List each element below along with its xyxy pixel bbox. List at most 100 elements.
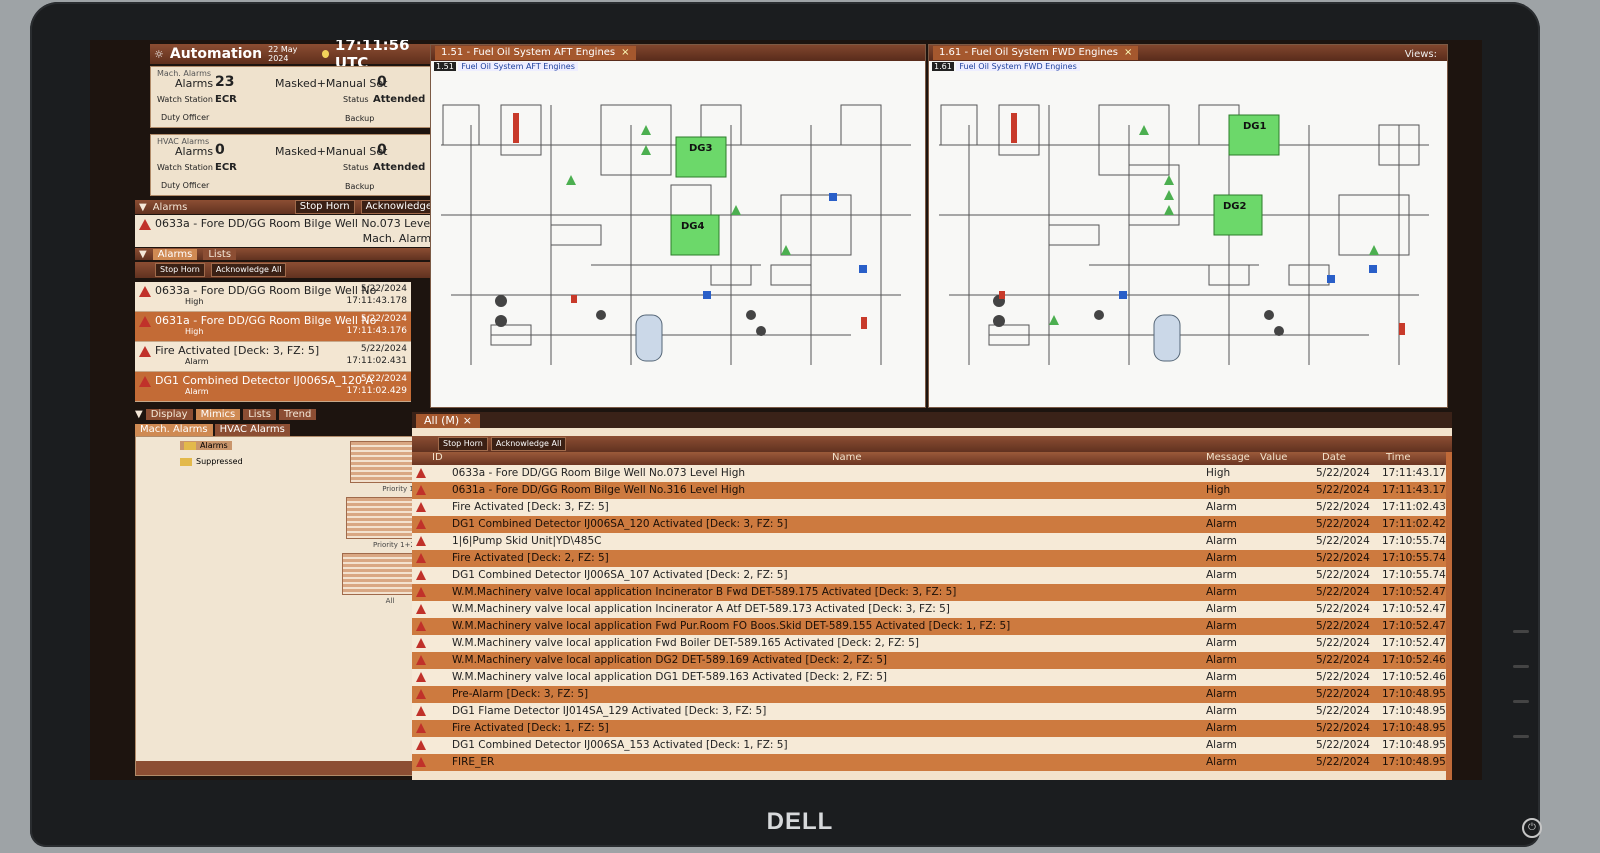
masked-count: 0 xyxy=(377,74,387,90)
cell-date: 5/22/2024 xyxy=(1316,654,1370,666)
scrollbar[interactable] xyxy=(1446,452,1452,780)
scroll-left-icon[interactable]: ◀ xyxy=(136,761,442,775)
tab-trend[interactable]: Trend xyxy=(278,408,317,420)
close-icon[interactable]: × xyxy=(463,414,472,427)
tab-all-m[interactable]: All (M) × xyxy=(416,414,480,428)
table-row[interactable]: Fire Activated [Deck: 2, FZ: 5] Alarm 5/22… xyxy=(412,550,1446,567)
cell-message: High xyxy=(1206,467,1231,479)
mimic-tab-aft[interactable]: 1.51 - Fuel Oil System AFT Engines × xyxy=(435,46,636,60)
cell-message: Alarm xyxy=(1206,552,1237,564)
table-row[interactable]: 0631a - Fore DD/GG Room Bilge Well No.31… xyxy=(412,482,1446,499)
table-row[interactable]: DG1 Combined Detector IJ006SA_107 Activa… xyxy=(412,567,1446,584)
hvac-alarms-summary[interactable]: HVAC Alarms Alarms 0 Masked+Manual Set 0… xyxy=(150,134,438,196)
current-alarm-text: 0633a - Fore DD/GG Room Bilge Well No.07… xyxy=(155,217,463,230)
monitor-button[interactable] xyxy=(1513,665,1529,668)
col-time[interactable]: Time xyxy=(1386,452,1410,463)
cell-date: 5/22/2024 xyxy=(1316,569,1370,581)
cell-time: 17:10:48.954 xyxy=(1382,722,1446,734)
mach-alarms-summary[interactable]: Mach. Alarms Alarms 23 Masked+Manual Set… xyxy=(150,66,438,128)
tab-hvac-alarms[interactable]: HVAC Alarms xyxy=(214,424,290,436)
fuel-oil-diagram-fwd[interactable]: DG1 DG2 xyxy=(929,65,1448,405)
stop-horn-small-button[interactable]: Stop Horn xyxy=(155,263,205,277)
table-row[interactable]: DG1 Flame Detector IJ014SA_129 Activated… xyxy=(412,703,1446,720)
cell-time: 17:10:55.742 xyxy=(1382,569,1446,581)
alarm-triangle-icon xyxy=(139,376,151,387)
collapse-icon[interactable]: ▼ xyxy=(139,202,147,213)
list-item[interactable]: 0631a - Fore DD/GG Room Bilge Well No Hig… xyxy=(135,312,411,342)
acknowledge-button[interactable]: Acknowledge xyxy=(360,200,437,214)
tree-item-suppressed[interactable]: Suppressed xyxy=(180,457,243,466)
col-id[interactable]: ID xyxy=(432,452,443,463)
col-message[interactable]: Message xyxy=(1206,452,1250,463)
alarm-list-toolbar: Stop Horn Acknowledge All xyxy=(135,262,441,278)
watch-label: Watch Station xyxy=(157,95,213,104)
monitor-button[interactable] xyxy=(1513,700,1529,703)
tree-label: Suppressed xyxy=(196,457,243,466)
alarm-triangle-icon xyxy=(416,468,426,478)
collapse-icon[interactable]: ▼ xyxy=(135,409,143,420)
col-date[interactable]: Date xyxy=(1322,452,1346,463)
cell-name: Fire Activated [Deck: 2, FZ: 5] xyxy=(452,552,609,564)
col-name[interactable]: Name xyxy=(832,452,862,463)
backup-label: Backup xyxy=(345,114,375,123)
table-row[interactable]: W.M.Machinery valve local application DG… xyxy=(412,669,1446,686)
tab-mimics[interactable]: Mimics xyxy=(195,408,241,420)
alarm-time: 17:11:02.431 xyxy=(346,356,407,366)
table-row[interactable]: 0633a - Fore DD/GG Room Bilge Well No.07… xyxy=(412,465,1446,482)
table-row[interactable]: W.M.Machinery valve local application In… xyxy=(412,584,1446,601)
current-alarm[interactable]: 0633a - Fore DD/GG Room Bilge Well No.07… xyxy=(135,215,462,247)
table-row[interactable]: W.M.Machinery valve local application DG… xyxy=(412,652,1446,669)
list-item[interactable]: Fire Activated [Deck: 3, FZ: 5] Alarm 5/22… xyxy=(135,342,411,372)
mimic-tab-fwd[interactable]: 1.61 - Fuel Oil System FWD Engines × xyxy=(933,46,1139,60)
table-row[interactable]: W.M.Machinery valve local application In… xyxy=(412,601,1446,618)
fuel-oil-diagram-aft[interactable]: DG3 DG4 xyxy=(431,65,926,405)
collapse-icon[interactable]: ▼ xyxy=(139,249,147,260)
list-item[interactable]: DG1 Combined Detector IJ006SA_120 A Alarm… xyxy=(135,372,411,402)
monitor-button[interactable] xyxy=(1513,630,1529,633)
table-row[interactable]: W.M.Machinery valve local application Fw… xyxy=(412,635,1446,652)
cell-name: W.M.Machinery valve local application DG… xyxy=(452,671,887,683)
acknowledge-all-button[interactable]: Acknowledge All xyxy=(210,263,287,277)
cell-date: 5/22/2024 xyxy=(1316,552,1370,564)
table-row[interactable]: FIRE_ER Alarm 5/22/2024 17:10:48.950 xyxy=(412,754,1446,771)
cell-message: Alarm xyxy=(1206,705,1237,717)
cell-name: W.M.Machinery valve local application Fw… xyxy=(452,637,919,649)
table-row[interactable]: Fire Activated [Deck: 3, FZ: 5] Alarm 5/22… xyxy=(412,499,1446,516)
table-row[interactable]: 1|6|Pump Skid Unit|YD\485C Alarm 5/22/2024… xyxy=(412,533,1446,550)
table-row[interactable]: Fire Activated [Deck: 1, FZ: 5] Alarm 5/22… xyxy=(412,720,1446,737)
table-row[interactable]: Pre-Alarm [Deck: 3, FZ: 5] Alarm 5/22/2024… xyxy=(412,686,1446,703)
tree-item-alarms[interactable]: Alarms xyxy=(180,441,232,450)
alarm-triangle-icon xyxy=(139,346,151,357)
tab-lists[interactable]: Lists xyxy=(203,248,237,260)
list-item[interactable]: 0633a - Fore DD/GG Room Bilge Well No Hig… xyxy=(135,282,411,312)
stop-horn-button[interactable]: Stop Horn xyxy=(438,437,488,451)
cell-message: Alarm xyxy=(1206,722,1237,734)
close-icon[interactable]: × xyxy=(1124,46,1132,60)
table-row[interactable]: DG1 Combined Detector IJ006SA_153 Activa… xyxy=(412,737,1446,754)
alarm-triangle-icon xyxy=(416,638,426,648)
tab-mach-alarms[interactable]: Mach. Alarms xyxy=(135,424,213,436)
table-row[interactable]: W.M.Machinery valve local application Fw… xyxy=(412,618,1446,635)
power-icon[interactable]: ⏻ xyxy=(1522,818,1542,838)
close-icon[interactable]: × xyxy=(621,46,629,60)
alarm-triangle-icon xyxy=(416,655,426,665)
col-value[interactable]: Value xyxy=(1260,452,1287,463)
acknowledge-all-button[interactable]: Acknowledge All xyxy=(490,437,567,451)
masked-label: Masked+Manual Set xyxy=(275,77,388,90)
tab-display[interactable]: Display xyxy=(145,408,193,420)
stop-horn-button[interactable]: Stop Horn xyxy=(294,200,355,214)
sun-icon: ☼ xyxy=(154,47,164,61)
cell-time: 17:10:48.956 xyxy=(1382,688,1446,700)
cell-message: Alarm xyxy=(1206,603,1237,615)
cell-time: 17:11:43.178 xyxy=(1382,467,1446,479)
cell-name: W.M.Machinery valve local application In… xyxy=(452,603,950,615)
cell-name: DG1 Combined Detector IJ006SA_153 Activa… xyxy=(452,739,788,751)
table-row[interactable]: DG1 Combined Detector IJ006SA_120 Activa… xyxy=(412,516,1446,533)
alarm-group-tabs: Mach. Alarms HVAC Alarms xyxy=(135,424,441,436)
tab-alarms[interactable]: Alarms xyxy=(152,248,198,260)
mimic-tab-label: 1.61 - Fuel Oil System FWD Engines xyxy=(939,47,1118,58)
monitor-button[interactable] xyxy=(1513,735,1529,738)
tab-lists[interactable]: Lists xyxy=(243,408,276,420)
alarm-time: 17:11:43.178 xyxy=(346,296,407,306)
cell-name: DG1 Combined Detector IJ006SA_107 Activa… xyxy=(452,569,788,581)
